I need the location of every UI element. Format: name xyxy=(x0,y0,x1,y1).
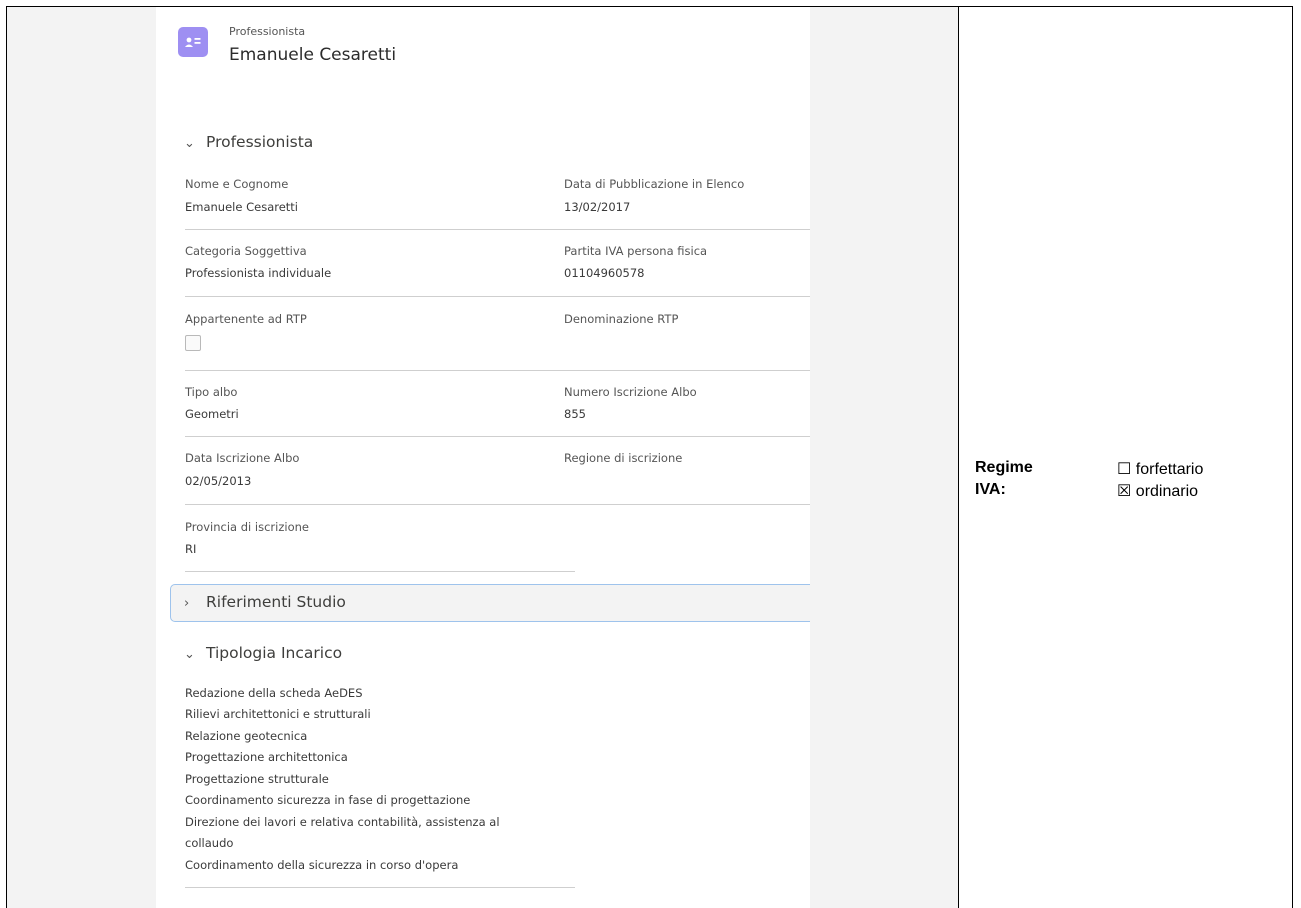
chevron-down-icon: ⌄ xyxy=(184,136,195,151)
field-divider xyxy=(564,370,810,371)
field-divider xyxy=(185,504,575,505)
section-riferimenti-toggle[interactable]: › Riferimenti Studio xyxy=(170,584,810,622)
section-tipologia-toggle[interactable]: ⌄ Tipologia Incarico xyxy=(184,644,342,662)
field-label-denominazione-rtp: Denominazione RTP xyxy=(564,312,679,326)
contact-card-icon xyxy=(178,27,208,57)
section-professionista-title: Professionista xyxy=(206,133,314,151)
field-label-numero-albo: Numero Iscrizione Albo xyxy=(564,385,697,399)
field-divider xyxy=(564,229,810,230)
field-label-regione: Regione di iscrizione xyxy=(564,451,683,465)
list-item: Direzione dei lavori e relativa contabil… xyxy=(185,815,500,829)
field-divider xyxy=(185,229,575,230)
field-divider xyxy=(185,370,575,371)
chevron-down-icon: ⌄ xyxy=(184,647,195,662)
table-column-divider xyxy=(958,6,959,908)
section-riferimenti-title: Riferimenti Studio xyxy=(206,593,346,611)
field-divider xyxy=(185,296,575,297)
field-value-partita-iva: 01104960578 xyxy=(564,266,645,280)
chevron-right-icon: › xyxy=(184,596,190,611)
list-item: Progettazione strutturale xyxy=(185,772,329,786)
field-value-nome-cognome: Emanuele Cesaretti xyxy=(185,200,299,214)
regime-iva-label-line1: Regime xyxy=(975,459,1033,476)
record-title: Emanuele Cesaretti xyxy=(229,45,397,65)
regime-option-ordinario[interactable]: ☒ ordinario xyxy=(1117,481,1198,501)
list-item: Coordinamento della sicurezza in corso d… xyxy=(185,858,459,872)
list-item: Rilievi architettonici e strutturali xyxy=(185,707,371,721)
list-item: collaudo xyxy=(185,836,234,850)
field-value-categoria: Professionista individuale xyxy=(185,266,332,280)
list-item: Redazione della scheda AeDES xyxy=(185,686,363,700)
regime-iva-label-line2: IVA: xyxy=(975,481,1006,498)
screenshot-margin-left xyxy=(7,7,156,908)
field-divider xyxy=(185,436,575,437)
field-label-data-pubblicazione: Data di Pubblicazione in Elenco xyxy=(564,177,745,191)
field-divider xyxy=(185,571,575,572)
field-value-tipo-albo: Geometri xyxy=(185,407,239,421)
field-label-provincia: Provincia di iscrizione xyxy=(185,520,309,534)
list-item: Progettazione architettonica xyxy=(185,750,348,764)
field-label-data-albo: Data Iscrizione Albo xyxy=(185,451,300,465)
field-label-partita-iva: Partita IVA persona fisica xyxy=(564,244,708,258)
field-divider xyxy=(564,436,810,437)
field-divider xyxy=(185,887,575,888)
section-tipologia-title: Tipologia Incarico xyxy=(206,644,343,662)
screenshot-margin-right xyxy=(810,7,959,908)
field-label-rtp: Appartenente ad RTP xyxy=(185,312,307,326)
field-value-data-pubblicazione: 13/02/2017 xyxy=(564,200,631,214)
field-label-categoria: Categoria Soggettiva xyxy=(185,244,307,258)
field-divider xyxy=(564,504,810,505)
rtp-checkbox[interactable] xyxy=(185,335,201,351)
list-item: Coordinamento sicurezza in fase di proge… xyxy=(185,793,471,807)
list-item: Relazione geotecnica xyxy=(185,729,308,743)
regime-option-forfettario[interactable]: ☐ forfettario xyxy=(1117,459,1203,479)
record-object-type: Professionista xyxy=(229,25,306,38)
field-divider xyxy=(564,296,810,297)
field-value-data-albo: 02/05/2013 xyxy=(185,474,252,488)
field-value-numero-albo: 855 xyxy=(564,407,586,421)
field-value-provincia: RI xyxy=(185,542,197,556)
section-riferimenti-header: › Riferimenti Studio xyxy=(184,593,346,611)
field-label-tipo-albo: Tipo albo xyxy=(185,385,238,399)
section-professionista-toggle[interactable]: ⌄ Professionista xyxy=(184,133,313,151)
record-detail-panel: Professionista Emanuele Cesaretti ⌄ Profe… xyxy=(156,7,810,908)
field-label-nome-cognome: Nome e Cognome xyxy=(185,177,289,191)
